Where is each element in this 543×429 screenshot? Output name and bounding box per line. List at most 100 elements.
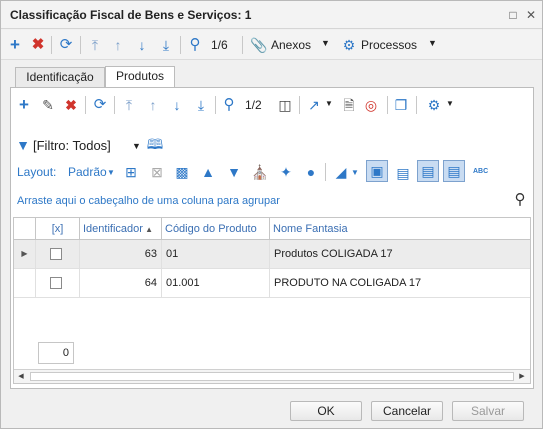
separator <box>85 96 86 114</box>
first-record-icon[interactable]: ⤒ <box>87 37 103 53</box>
shapes-icon[interactable]: ● <box>303 164 319 180</box>
last-record-icon[interactable]: ⤓ <box>193 97 209 113</box>
remove-layout-icon[interactable]: ⊠ <box>149 164 165 180</box>
header-toggle-icon[interactable]: ▤ <box>417 160 439 182</box>
grid-header: [x] Identificador ▲ Código do Produto No… <box>14 218 530 240</box>
brush-icon[interactable]: ⛪ <box>251 164 268 180</box>
paperclip-icon[interactable]: 📎 <box>250 37 267 53</box>
cell-identificador[interactable]: 63 <box>80 240 162 269</box>
title-bar: Classificação Fiscal de Bens e Serviços:… <box>1 1 542 29</box>
chevron-down-icon[interactable]: ▼ <box>325 99 333 108</box>
tab-identificacao[interactable]: Identificação <box>15 67 105 87</box>
search-icon[interactable]: ⚲ <box>187 37 203 53</box>
separator <box>180 36 181 54</box>
column-header-select[interactable]: [x] <box>36 218 80 240</box>
previous-record-icon[interactable]: ↑ <box>110 37 126 53</box>
row-select-cell <box>36 269 80 298</box>
cell-codigo[interactable]: 01 <box>162 240 270 269</box>
table-row[interactable]: ▶ 63 01 Produtos COLIGADA 17 <box>14 240 530 269</box>
abc-icon[interactable]: ABC <box>473 168 488 175</box>
processes-menu[interactable]: Processos <box>361 38 417 52</box>
separator <box>51 36 52 54</box>
window: Classificação Fiscal de Bens e Serviços:… <box>0 0 543 429</box>
ok-button[interactable]: OK <box>290 401 362 421</box>
cell-identificador[interactable]: 64 <box>80 269 162 298</box>
footer-count: 0 <box>38 342 74 364</box>
separator <box>215 96 216 114</box>
save-layout-icon[interactable]: ▩ <box>174 164 190 180</box>
refresh-icon[interactable]: ⟳ <box>58 37 74 53</box>
chevron-down-icon[interactable]: ▼ <box>107 168 115 177</box>
group-by-hint[interactable]: Arraste aqui o cabeçalho de uma coluna p… <box>17 195 280 207</box>
chevron-down-icon[interactable]: ▼ <box>446 99 454 108</box>
delete-icon[interactable]: ✖ <box>63 97 79 113</box>
row-checkbox[interactable] <box>50 277 62 289</box>
column-header-codigo[interactable]: Código do Produto <box>162 218 270 240</box>
maximize-icon[interactable]: □ <box>505 7 521 23</box>
gear-icon[interactable]: ⚙ <box>426 97 442 113</box>
chart-icon[interactable]: ◢ <box>333 164 349 180</box>
record-counter: 1/2 <box>245 98 262 112</box>
inspect-icon[interactable]: ◎ <box>363 97 379 113</box>
separator <box>114 96 115 114</box>
table-row[interactable]: 64 01.001 PRODUTO NA COLIGADA 17 <box>14 269 530 298</box>
chevron-down-icon[interactable]: ▼ <box>132 141 141 151</box>
layout-selector[interactable]: Padrão <box>68 165 107 179</box>
row-indicator <box>14 269 36 298</box>
filter-selector[interactable]: [Filtro: Todos] <box>33 138 111 153</box>
search-icon[interactable]: ⚲ <box>221 97 237 113</box>
add-icon[interactable]: + <box>7 36 23 53</box>
save-button[interactable]: Salvar <box>452 401 524 421</box>
separator <box>416 96 417 114</box>
chevron-down-icon[interactable]: ▼ <box>351 168 359 177</box>
horizontal-scrollbar[interactable]: ◀ ▶ <box>14 369 530 383</box>
add-icon[interactable]: + <box>16 96 32 113</box>
scroll-right-icon[interactable]: ▶ <box>516 371 528 382</box>
gear-icon[interactable]: ⚙ <box>341 37 357 53</box>
next-record-icon[interactable]: ↓ <box>169 97 185 113</box>
column-header-nome[interactable]: Nome Fantasia <box>270 218 530 240</box>
row-checkbox[interactable] <box>50 248 62 260</box>
column-header-identificador[interactable]: Identificador ▲ <box>80 218 162 240</box>
cell-nome[interactable]: PRODUTO NA COLIGADA 17 <box>270 269 530 298</box>
first-record-icon[interactable]: ⤒ <box>121 97 137 113</box>
columns-icon[interactable]: ◫ <box>277 97 293 113</box>
row-indicator-icon: ▶ <box>14 240 36 269</box>
row-indicator-header <box>14 218 36 240</box>
separator <box>325 163 326 181</box>
upload-layout-icon[interactable]: ▲ <box>200 164 216 180</box>
filter-icon[interactable]: ▼ <box>15 137 31 153</box>
delete-icon[interactable]: ✖ <box>30 37 46 53</box>
chevron-down-icon[interactable]: ▼ <box>321 38 330 48</box>
separator <box>242 36 243 54</box>
separator <box>80 36 81 54</box>
scrollbar-thumb[interactable] <box>30 372 514 381</box>
split-toggle-icon[interactable]: ▤ <box>393 163 413 183</box>
close-icon[interactable]: ✕ <box>523 7 539 23</box>
cell-nome[interactable]: Produtos COLIGADA 17 <box>270 240 530 269</box>
last-record-icon[interactable]: ⤓ <box>158 37 174 53</box>
attachments-menu[interactable]: Anexos <box>271 38 311 52</box>
export-icon[interactable]: ↗ <box>306 97 322 113</box>
main-toolbar: + ✖ ⟳ ⤒ ↑ ↓ ⤓ ⚲ 1/6 📎 Anexos ▼ ⚙ Process… <box>1 30 542 60</box>
edit-pencil-icon[interactable]: ✎ <box>40 97 56 113</box>
cell-codigo[interactable]: 01.001 <box>162 269 270 298</box>
copy-icon[interactable]: ❐ <box>393 97 409 113</box>
separator <box>299 96 300 114</box>
search-icon[interactable]: ⚲ <box>512 192 528 208</box>
chevron-down-icon[interactable]: ▼ <box>428 38 437 48</box>
rows-toggle-icon[interactable]: ▤ <box>443 160 465 182</box>
footer-toggle-icon[interactable]: ▣ <box>366 160 388 182</box>
previous-record-icon[interactable]: ↑ <box>145 97 161 113</box>
pin-icon[interactable]: ✦ <box>278 164 294 180</box>
add-layout-icon[interactable]: ⊞ <box>123 164 139 180</box>
row-select-cell <box>36 240 80 269</box>
next-record-icon[interactable]: ↓ <box>134 37 150 53</box>
report-icon[interactable]: 🗎 <box>341 97 357 113</box>
cancel-button[interactable]: Cancelar <box>371 401 443 421</box>
refresh-icon[interactable]: ⟳ <box>92 97 108 113</box>
book-icon[interactable]: 🕮 <box>147 136 164 152</box>
tab-produtos[interactable]: Produtos <box>105 66 175 88</box>
scroll-left-icon[interactable]: ◀ <box>15 371 27 382</box>
download-layout-icon[interactable]: ▼ <box>226 164 242 180</box>
